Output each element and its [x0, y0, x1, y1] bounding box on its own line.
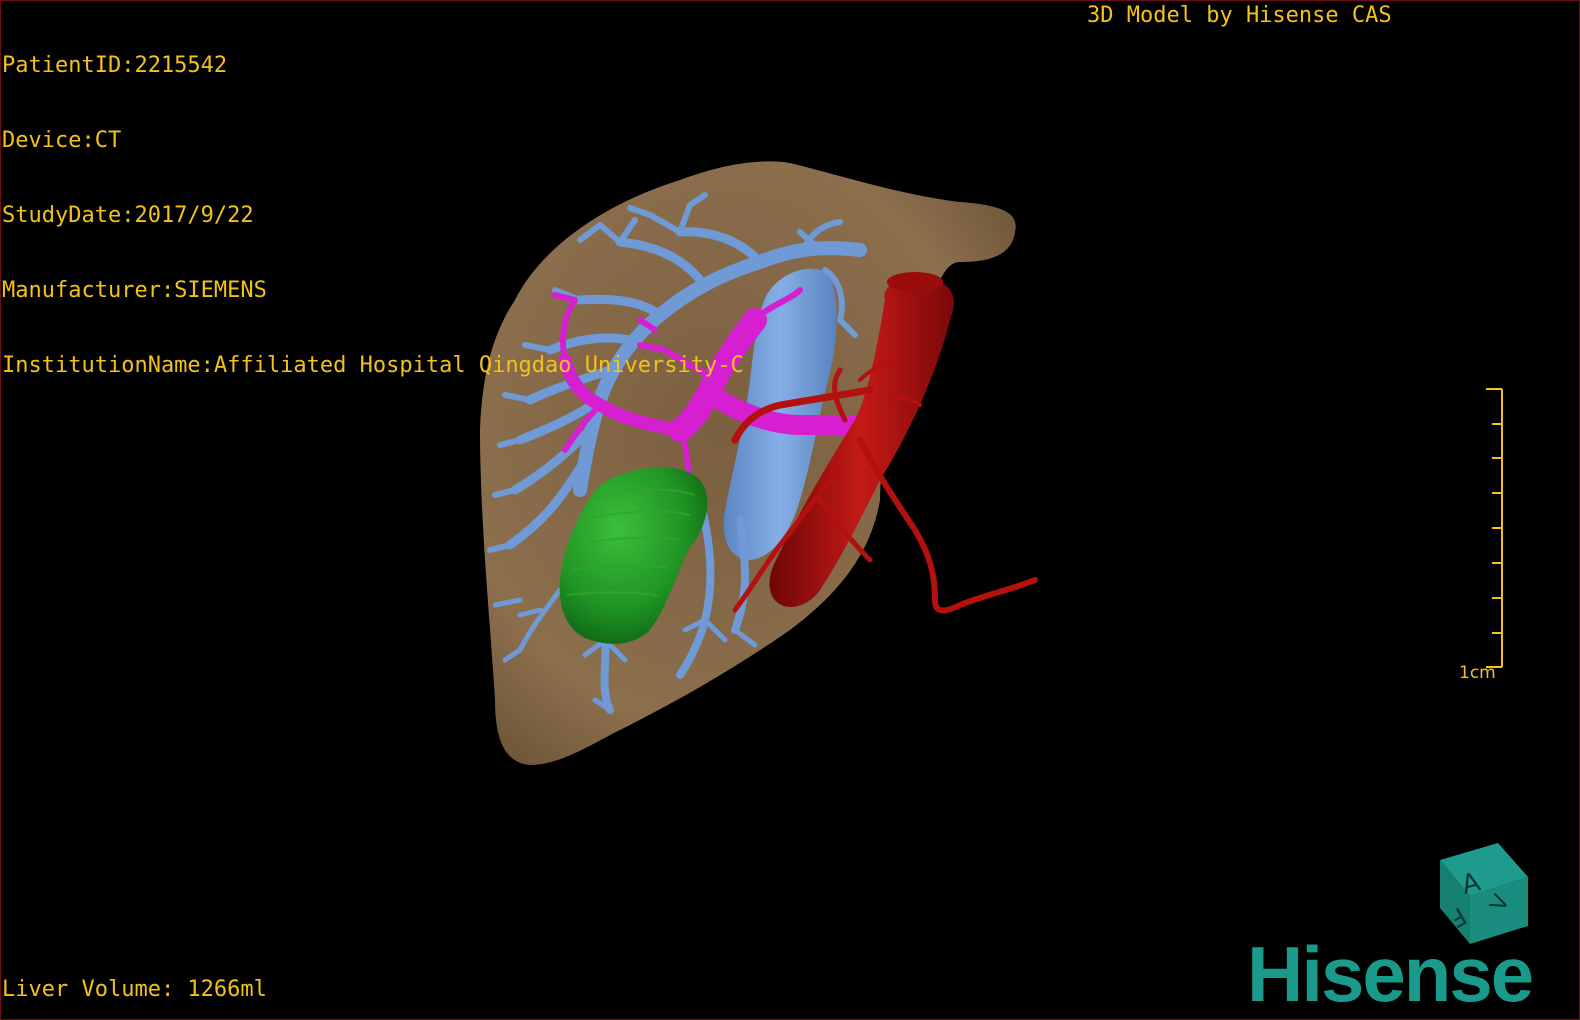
scale-bar — [1486, 388, 1503, 668]
liver-volume-text: Liver Volume: 1266ml — [2, 977, 267, 1002]
device-text: Device:CT — [2, 128, 122, 153]
study-info-overlay: PatientID:2215542 Device:CT StudyDate:20… — [2, 3, 744, 403]
model-credit-text: 3D Model by Hisense CAS — [1087, 3, 1392, 28]
institution-text: InstitutionName:Affiliated Hospital Qing… — [2, 353, 744, 378]
study-date-text: StudyDate:2017/9/22 — [2, 203, 254, 228]
orientation-cube[interactable]: A F V — [1440, 843, 1528, 944]
hisense-logo: Hisense — [1247, 930, 1534, 1018]
aorta-cap — [887, 272, 943, 292]
scale-bar-label: 1cm — [1459, 663, 1496, 683]
manufacturer-text: Manufacturer:SIEMENS — [2, 278, 267, 303]
patient-id-text: PatientID:2215542 — [2, 53, 228, 78]
